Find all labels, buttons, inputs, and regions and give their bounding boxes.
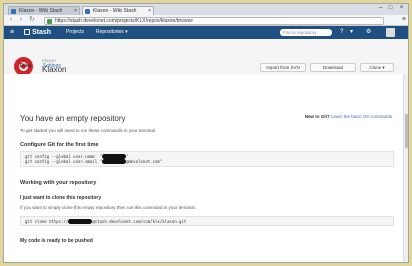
import-from-svn-button[interactable]: Import from SVN [260,63,306,72]
stash-logo-text: Stash [32,29,52,36]
nav-repositories[interactable]: Repositories ▾ [96,29,128,36]
config-code-block: git config --global user.name " " git con… [20,151,394,167]
stash-favicon-icon [85,9,90,14]
search-input[interactable]: Find a repository [280,29,332,36]
help-prefix: New to Git? [304,114,330,119]
clone-button[interactable]: Clone ▾ [360,63,394,72]
learn-git-link[interactable]: Learn the basic Git commands [331,114,392,119]
browser-tab-label: Klaxon - Wiki Stash [19,8,63,14]
stash-favicon-icon [11,9,16,14]
chevron-down-icon[interactable]: ▾ [350,28,353,37]
redacted-text [102,159,127,164]
tab-settings[interactable]: Settings [43,63,61,69]
stash-header: ≡ Stash Projects Repositories ▾ Find a r… [4,26,408,39]
nav-projects[interactable]: Projects [66,29,84,36]
help-icon[interactable]: ? [340,28,343,37]
reload-button[interactable]: ↻ [28,16,36,24]
browser-window: Klaxon - Wiki Stash × Klaxon - Wiki Stas… [3,3,409,263]
close-tab-icon[interactable]: × [74,7,77,15]
stash-logo-icon [24,29,30,35]
browser-tab-strip: Klaxon - Wiki Stash × Klaxon - Wiki Stas… [4,4,408,15]
page-title: You have an empty repository [20,114,126,123]
close-tab-icon[interactable]: × [148,7,151,15]
clone-command-suffix: @stash.develonet.com/scm/klx/klaxon.git [92,219,187,224]
clone-command-prefix: git clone https:// [25,219,69,224]
tab-files[interactable]: Files [20,63,31,69]
clone-description: If you want to simply clone this empty r… [20,205,196,210]
clone-heading: I just want to clone this repository [20,195,102,201]
page-scrollbar[interactable] [403,74,408,262]
code-line-end: @develonet.com" [126,159,163,164]
stash-logo[interactable]: Stash [24,28,51,37]
minimize-button[interactable]: – [376,5,385,12]
working-heading: Working with your repository [20,180,97,186]
intro-text: To get started you will need to run thes… [20,128,157,133]
url-field[interactable]: https://stash.develonet.com/projects/KLX… [44,16,384,25]
browser-tab-label: Klaxon - Wiki Stash [93,8,137,14]
address-bar: ‹ › ↻ https://stash.develonet.com/projec… [4,15,408,26]
main-content [4,74,408,262]
app-switcher-icon[interactable]: ≡ [10,28,14,37]
browser-menu-icon[interactable]: ≡ [402,16,406,24]
browser-tab-active[interactable]: Klaxon - Wiki Stash × [82,6,154,15]
configure-git-heading: Configure Git for the first time [20,142,99,148]
maximize-button[interactable]: □ [386,5,395,12]
gear-icon[interactable]: ⚙ [366,28,371,37]
git-help-note: New to Git? Learn the basic Git commands [305,114,392,119]
back-button[interactable]: ‹ [7,16,15,24]
user-avatar[interactable] [386,28,395,37]
forward-button[interactable]: › [17,16,25,24]
download-button[interactable]: Download [310,63,356,72]
scrollbar-thumb[interactable] [405,114,408,148]
redacted-text [68,219,93,224]
repository-tabs: Files Settings [20,63,71,69]
push-heading: My code is ready to be pushed [20,238,93,244]
url-text: https://stash.develonet.com/projects/KLX… [55,17,193,24]
lock-icon [47,18,52,24]
close-window-button[interactable]: × [397,5,406,12]
clone-code-block: git clone https:// @stash.develonet.com/s… [20,216,394,226]
code-line: git config --global user.email " [25,159,103,164]
browser-tab[interactable]: Klaxon - Wiki Stash × [8,6,80,15]
